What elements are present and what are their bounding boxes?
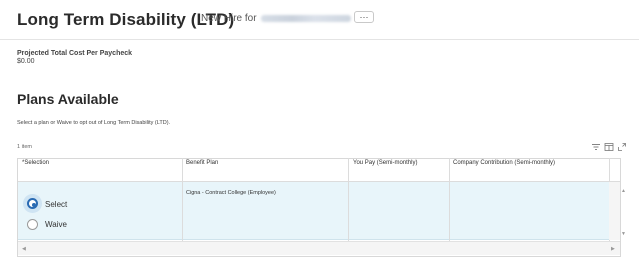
filter-icon[interactable] [591,142,601,152]
column-header-benefit-plan: Benefit Plan [186,160,219,166]
plans-instructions: Select a plan or Waive to opt out of Lon… [17,120,171,126]
redacted-employee-name [260,15,351,22]
header-divider [0,39,639,40]
more-label: ⋯ [359,11,369,22]
radio-waive[interactable] [27,219,38,230]
column-divider [348,158,349,241]
scroll-up-icon[interactable]: ▲ [621,188,626,194]
radio-select-label[interactable]: Select [45,200,67,209]
columns-icon[interactable] [604,142,614,152]
column-header-selection: *Selection [22,160,50,166]
item-count: 1 item [17,144,32,150]
column-header-you-pay: You Pay (Semi-monthly) [353,160,418,166]
benefit-plan-name: Cigna - Contract College (Employee) [186,190,276,196]
page-subtitle: New Hire for [201,13,351,24]
horizontal-scrollbar[interactable] [18,241,620,255]
plans-heading: Plans Available [17,91,119,107]
cost-label: Projected Total Cost Per Paycheck [17,50,133,57]
expand-icon[interactable] [617,142,627,152]
cost-value: $0.00 [17,58,35,65]
column-divider [182,158,183,241]
radio-waive-label[interactable]: Waive [45,220,67,229]
column-divider [449,158,450,241]
vertical-scrollbar[interactable] [609,182,620,240]
scroll-left-icon[interactable]: ◀ [22,246,26,252]
scroll-right-icon[interactable]: ▶ [611,246,615,252]
radio-select[interactable] [27,198,38,209]
column-header-company-contribution: Company Contribution (Semi-monthly) [453,160,556,166]
table-row [18,182,609,240]
scroll-down-icon[interactable]: ▼ [621,231,626,237]
more-actions-button[interactable]: ⋯ [354,11,374,23]
subtitle-prefix: New Hire for [201,13,257,24]
